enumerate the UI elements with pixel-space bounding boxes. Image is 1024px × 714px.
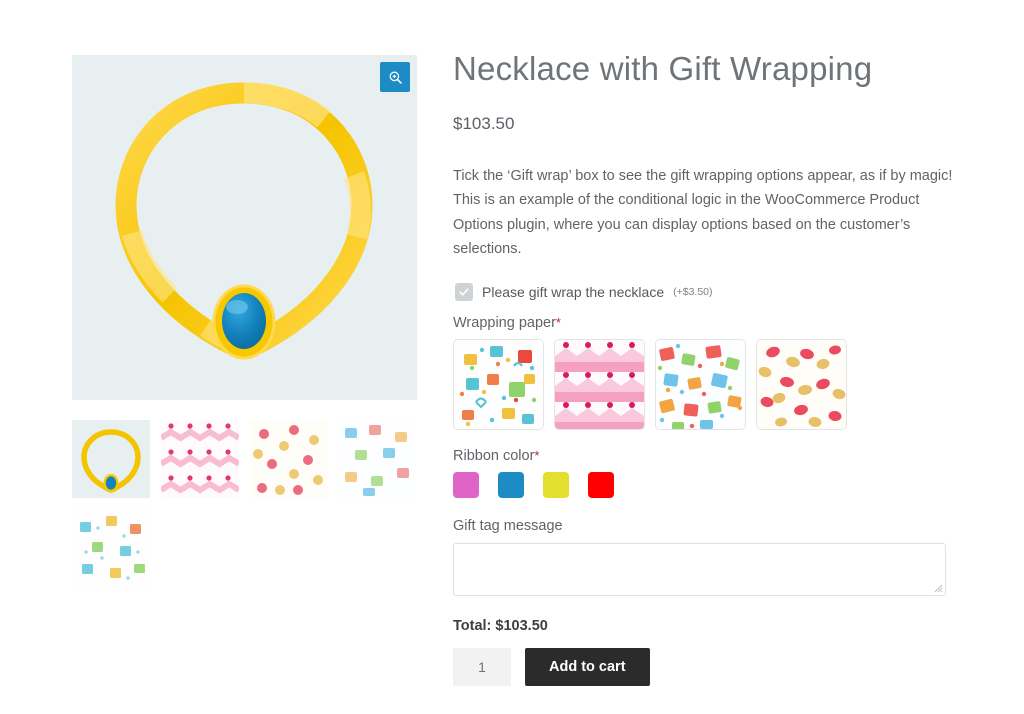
product-page: Necklace with Gift Wrapping $103.50 Tick… xyxy=(0,0,1024,714)
ribbon-color-option-red[interactable] xyxy=(588,472,614,499)
ribbon-color-label: Ribbon color* xyxy=(453,448,953,464)
wrapping-paper-option-red-gold-bows[interactable] xyxy=(756,339,847,431)
gift-boxes-pattern-thumb-icon xyxy=(72,508,150,586)
quantity-input[interactable] xyxy=(453,648,511,687)
magnifier-plus-icon xyxy=(389,71,402,84)
ribbon-color-option-yellow[interactable] xyxy=(543,472,569,499)
add-to-cart-button[interactable]: Add to cart xyxy=(525,648,650,687)
gift-wrap-checkbox[interactable] xyxy=(455,283,473,302)
wrapping-paper-choices xyxy=(453,339,953,431)
bows-pattern-icon xyxy=(757,340,846,430)
add-to-cart-row: Add to cart xyxy=(453,648,953,687)
product-price: $103.50 xyxy=(453,113,515,133)
main-product-image[interactable] xyxy=(72,55,417,400)
colorful-gifts-pattern-thumb-icon xyxy=(339,420,417,498)
bows-pattern-thumb-icon xyxy=(250,420,328,498)
thumbnail-pink-hearts[interactable] xyxy=(161,420,239,498)
wrapping-paper-label-text: Wrapping paper xyxy=(453,315,556,332)
hearts-pattern-icon xyxy=(555,340,644,430)
gift-boxes-pattern-icon xyxy=(454,340,543,430)
ribbon-color-field: Ribbon color* xyxy=(453,448,953,499)
necklace-illustration xyxy=(72,55,417,400)
wrapping-paper-label: Wrapping paper* xyxy=(453,315,953,331)
thumbnail-gift-boxes[interactable] xyxy=(72,508,150,586)
gift-tag-message-field: Gift tag message xyxy=(453,518,953,597)
gift-tag-message-box[interactable] xyxy=(453,543,946,597)
gift-wrap-checkbox-row[interactable]: Please gift wrap the necklace (+$3.50) xyxy=(455,283,953,302)
thumbnail-necklace[interactable] xyxy=(72,420,150,498)
total-price: Total: $103.50 xyxy=(453,618,548,635)
product-summary: Necklace with Gift Wrapping $103.50 Tick… xyxy=(453,50,953,687)
gift-tag-message-label: Gift tag message xyxy=(453,518,563,535)
check-icon xyxy=(459,288,469,296)
thumbnail-strip xyxy=(72,420,422,586)
thumbnail-colorful-gifts[interactable] xyxy=(339,420,417,498)
zoom-button[interactable] xyxy=(380,62,410,92)
product-description: Tick the ‘Gift wrap’ box to see the gift… xyxy=(453,167,953,258)
wrapping-paper-option-pink-hearts[interactable] xyxy=(554,339,645,431)
thumbnail-red-gold-bows[interactable] xyxy=(250,420,328,498)
ribbon-color-choices xyxy=(453,472,953,499)
wrapping-paper-option-gift-boxes[interactable] xyxy=(453,339,544,431)
ribbon-color-required-marker: * xyxy=(534,448,540,464)
gift-wrap-label: Please gift wrap the necklace xyxy=(482,284,665,301)
hearts-pattern-thumb-icon xyxy=(161,420,239,498)
wrapping-paper-option-colorful-gifts[interactable] xyxy=(655,339,746,431)
colorful-gifts-pattern-icon xyxy=(656,340,745,430)
necklace-thumb-icon xyxy=(72,420,150,498)
gift-wrap-price-suffix: (+$3.50) xyxy=(673,286,713,299)
ribbon-color-label-text: Ribbon color xyxy=(453,448,535,465)
ribbon-color-option-blue[interactable] xyxy=(498,472,524,499)
page-title: Necklace with Gift Wrapping xyxy=(453,50,873,87)
wrapping-paper-required-marker: * xyxy=(555,315,561,331)
wrapping-paper-field: Wrapping paper* xyxy=(453,315,953,431)
gift-tag-message-input[interactable] xyxy=(454,544,945,596)
ribbon-color-option-pink[interactable] xyxy=(453,472,479,499)
product-gallery xyxy=(72,55,417,586)
